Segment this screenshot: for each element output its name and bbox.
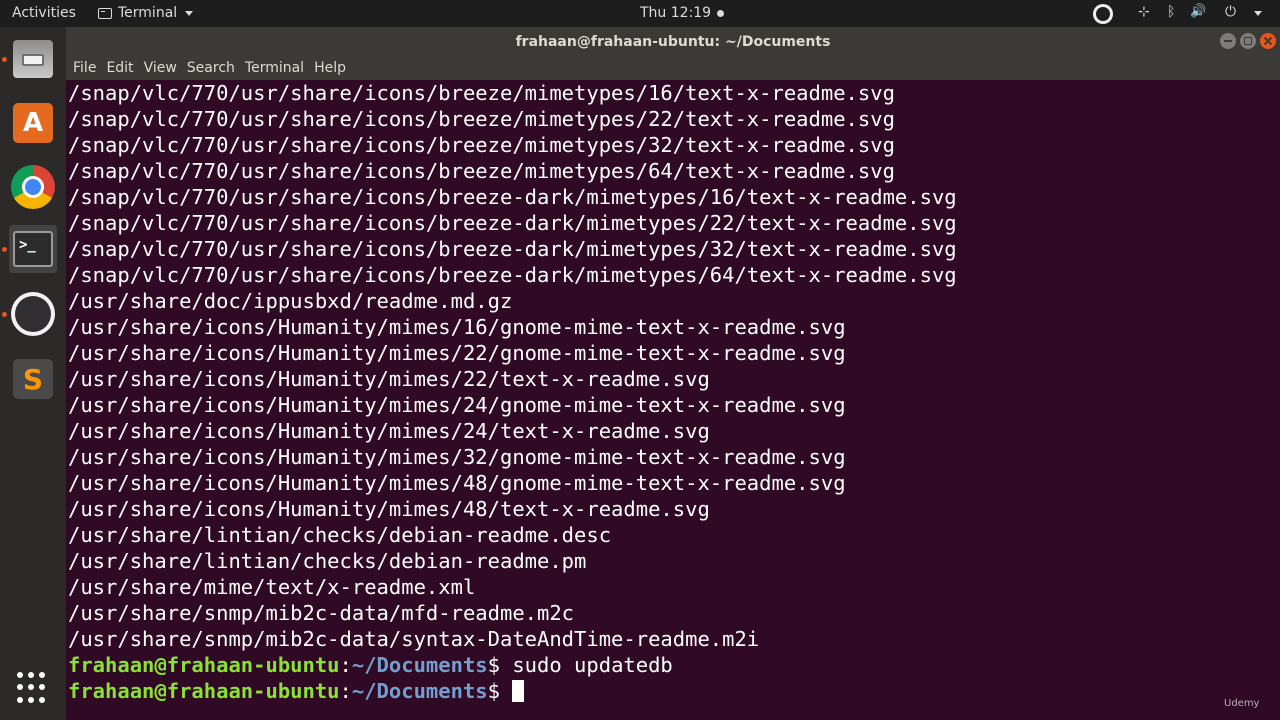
app-menu[interactable]: Terminal	[98, 5, 194, 21]
output-line: /usr/share/icons/Humanity/mimes/16/gnome…	[68, 315, 846, 339]
activities-button[interactable]: Activities	[12, 5, 76, 21]
running-indicator	[2, 247, 7, 252]
menu-search[interactable]: Search	[187, 57, 240, 80]
prompt-user: frahaan@frahaan-ubuntu	[68, 679, 340, 703]
clock-label: Thu 12:19	[640, 5, 712, 21]
output-line: /snap/vlc/770/usr/share/icons/breeze/mim…	[68, 133, 895, 157]
output-line: /snap/vlc/770/usr/share/icons/breeze/mim…	[68, 81, 895, 105]
output-line: /snap/vlc/770/usr/share/icons/breeze/mim…	[68, 107, 895, 131]
bluetooth-icon[interactable]: ᛒ	[1167, 4, 1175, 20]
output-line: /snap/vlc/770/usr/share/icons/breeze-dar…	[68, 237, 957, 261]
launcher-obs[interactable]	[9, 290, 57, 338]
output-line: /usr/share/snmp/mib2c-data/mfd-readme.m2…	[68, 601, 575, 625]
chrome-icon	[11, 165, 55, 209]
output-line: /snap/vlc/770/usr/share/icons/breeze/mim…	[68, 159, 895, 183]
menu-bar: File Edit View Search Terminal Help	[66, 57, 1280, 80]
output-line: /usr/share/doc/ippusbxd/readme.md.gz	[68, 289, 513, 313]
terminal-icon: >_	[13, 231, 53, 267]
output-line: /usr/share/icons/Humanity/mimes/32/gnome…	[68, 445, 846, 469]
clock[interactable]: Thu 12:19	[640, 5, 725, 21]
prompt-user: frahaan@frahaan-ubuntu	[68, 653, 340, 677]
running-indicator	[2, 312, 7, 317]
output-line: /usr/share/icons/Humanity/mimes/48/text-…	[68, 497, 710, 521]
chevron-down-icon[interactable]	[1254, 11, 1262, 16]
window-title: frahaan@frahaan-ubuntu: ~/Documents	[515, 34, 831, 50]
current-prompt-line[interactable]: frahaan@frahaan-ubuntu:~/Documents$	[68, 678, 1280, 704]
software-icon: A	[13, 103, 53, 143]
output-line: /usr/share/icons/Humanity/mimes/22/gnome…	[68, 341, 846, 365]
launcher-dock: A >_ S	[0, 27, 66, 720]
terminal-output[interactable]: /snap/vlc/770/usr/share/icons/breeze/mim…	[66, 80, 1280, 720]
menu-file[interactable]: File	[73, 57, 101, 80]
sublime-icon: S	[13, 359, 53, 399]
minimize-button[interactable]	[1220, 33, 1236, 49]
output-line: /usr/share/icons/Humanity/mimes/22/text-…	[68, 367, 710, 391]
prompt-symbol: $	[487, 653, 500, 677]
command-input[interactable]	[500, 679, 512, 703]
output-line: /usr/share/icons/Humanity/mimes/48/gnome…	[68, 471, 846, 495]
watermark: Udemy	[1224, 698, 1260, 709]
close-button[interactable]	[1260, 33, 1276, 49]
menu-view[interactable]: View	[144, 57, 182, 80]
app-menu-label: Terminal	[118, 5, 178, 21]
launcher-sublime[interactable]: S	[9, 355, 57, 403]
prompt-separator: :	[339, 653, 352, 677]
obs-icon	[11, 292, 55, 336]
running-indicator	[2, 57, 7, 62]
previous-command-line: frahaan@frahaan-ubuntu:~/Documents$ sudo…	[68, 652, 1280, 678]
command-text: sudo updatedb	[499, 653, 673, 677]
output-line: /usr/share/icons/Humanity/mimes/24/gnome…	[68, 393, 846, 417]
prompt-path: ~/Documents	[351, 679, 488, 703]
obs-tray-icon[interactable]	[1093, 4, 1113, 24]
volume-icon[interactable]: 🔊	[1190, 4, 1206, 19]
show-applications-icon[interactable]	[17, 672, 49, 704]
text-cursor	[512, 680, 525, 702]
menu-terminal[interactable]: Terminal	[245, 57, 309, 80]
output-line: /snap/vlc/770/usr/share/icons/breeze-dar…	[68, 185, 957, 209]
network-icon[interactable]: ⊹	[1138, 4, 1150, 20]
output-line: /usr/share/icons/Humanity/mimes/24/text-…	[68, 419, 710, 443]
prompt-symbol: $	[487, 679, 500, 703]
prompt-path: ~/Documents	[351, 653, 488, 677]
prompt-separator: :	[339, 679, 352, 703]
launcher-chrome[interactable]	[9, 163, 57, 211]
maximize-button[interactable]	[1240, 33, 1256, 49]
output-line: /usr/share/snmp/mib2c-data/syntax-DateAn…	[68, 627, 760, 651]
output-line: /usr/share/lintian/checks/debian-readme.…	[68, 523, 612, 547]
output-line: /usr/share/mime/text/x-readme.xml	[68, 575, 476, 599]
terminal-icon	[98, 7, 112, 19]
chevron-down-icon	[185, 10, 194, 16]
launcher-software[interactable]: A	[9, 99, 57, 147]
recording-indicator-icon	[717, 9, 725, 17]
output-line: /snap/vlc/770/usr/share/icons/breeze-dar…	[68, 211, 957, 235]
terminal-window: frahaan@frahaan-ubuntu: ~/Documents File…	[66, 27, 1280, 720]
files-icon	[13, 40, 53, 78]
system-tray: ⊹ ᛒ 🔊 ⏻	[1090, 0, 1280, 27]
window-titlebar[interactable]: frahaan@frahaan-ubuntu: ~/Documents	[66, 27, 1280, 57]
output-line: /usr/share/lintian/checks/debian-readme.…	[68, 549, 587, 573]
top-bar: Activities Terminal Thu 12:19 ⊹ ᛒ 🔊 ⏻	[0, 0, 1280, 27]
menu-edit[interactable]: Edit	[106, 57, 138, 80]
power-icon[interactable]: ⏻	[1225, 4, 1236, 20]
launcher-files[interactable]	[9, 35, 57, 83]
window-controls	[1220, 33, 1276, 49]
menu-help[interactable]: Help	[314, 57, 351, 80]
output-line: /snap/vlc/770/usr/share/icons/breeze-dar…	[68, 263, 957, 287]
launcher-terminal[interactable]: >_	[9, 225, 57, 273]
